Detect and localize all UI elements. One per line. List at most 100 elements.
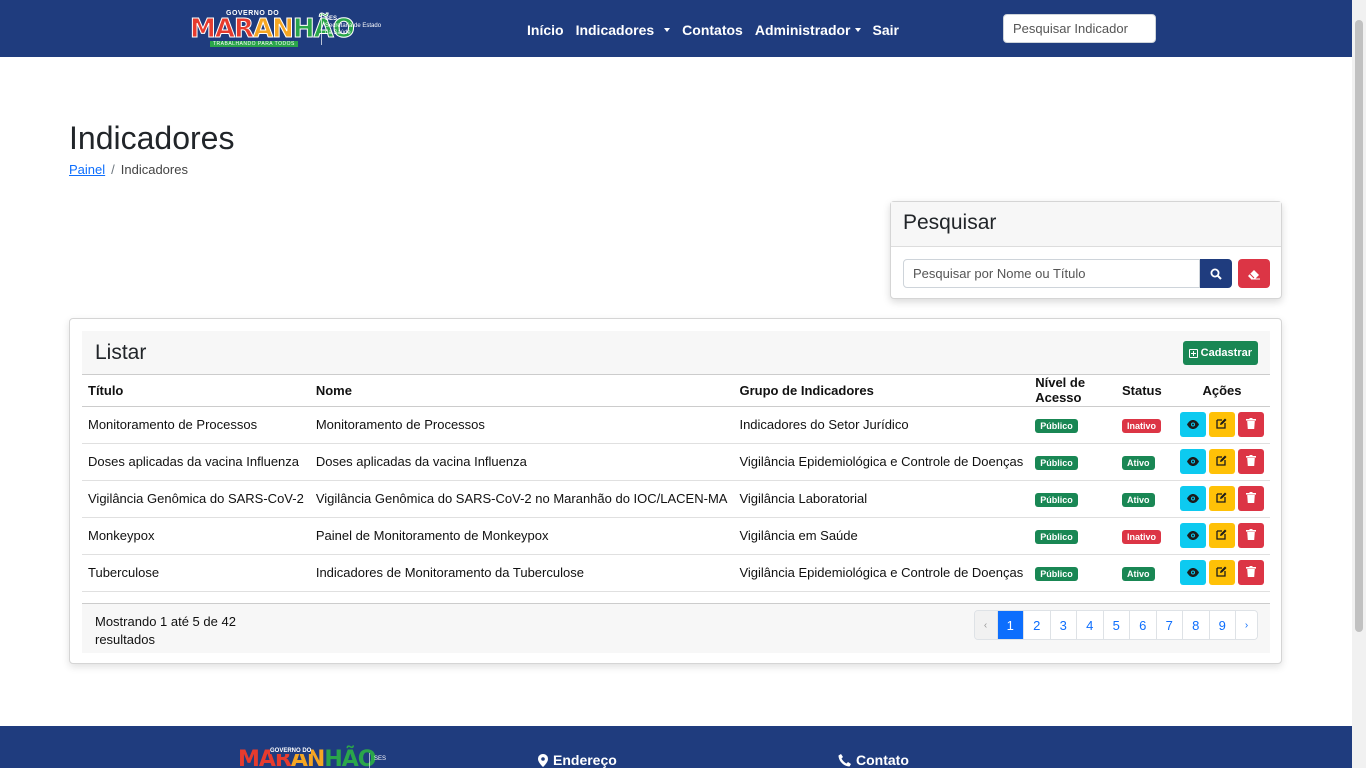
column-header[interactable]: Status	[1116, 375, 1174, 407]
clear-search-button[interactable]	[1238, 259, 1270, 288]
page-scrollbar[interactable]	[1352, 0, 1366, 768]
breadcrumb-home-link[interactable]: Painel	[69, 162, 105, 177]
pagination-next[interactable]: ›	[1235, 611, 1257, 639]
nav-inicio[interactable]: Início	[527, 22, 564, 38]
page-title: Indicadores	[69, 120, 235, 156]
page-footer: MARANHÃO GOVERNO DO SES Endereço Contato	[0, 726, 1352, 768]
search-button[interactable]	[1200, 259, 1232, 288]
view-button[interactable]	[1179, 412, 1206, 437]
table-header-row: Título Nome Grupo de Indicadores Nível d…	[82, 375, 1270, 407]
cell-nome: Vigilância Genômica do SARS-CoV-2 no Mar…	[309, 480, 734, 518]
chevron-down-icon	[664, 28, 671, 32]
cell-acoes	[1173, 517, 1270, 555]
cell-status: Inativo	[1116, 406, 1174, 444]
cell-grupo: Indicadores do Setor Jurídico	[733, 406, 1030, 444]
delete-button[interactable]	[1237, 412, 1264, 437]
column-header[interactable]: Grupo de Indicadores	[733, 375, 1030, 407]
nav-administrador[interactable]: Administrador	[755, 22, 861, 38]
edit-button[interactable]	[1208, 523, 1235, 548]
access-badge: Público	[1035, 455, 1078, 470]
column-header[interactable]: Nível de Acesso	[1029, 375, 1116, 407]
view-button[interactable]	[1179, 523, 1206, 548]
cell-acesso: Público	[1029, 406, 1116, 444]
add-indicator-button[interactable]: Cadastrar	[1182, 341, 1258, 365]
delete-button[interactable]	[1237, 486, 1264, 511]
list-title: Listar	[95, 341, 147, 364]
cell-nome: Doses aplicadas da vacina Influenza	[309, 443, 734, 481]
pagination-page-8[interactable]: 8	[1182, 611, 1209, 639]
cell-status: Ativo	[1116, 480, 1174, 518]
table-row: Monitoramento de Processos Monitoramento …	[82, 406, 1270, 444]
footer-ses-label: SES	[374, 756, 387, 762]
access-badge: Público	[1035, 492, 1078, 507]
indicators-table: Título Nome Grupo de Indicadores Nível d…	[82, 375, 1270, 592]
cell-titulo: Doses aplicadas da vacina Influenza	[82, 443, 310, 481]
edit-button[interactable]	[1208, 560, 1235, 585]
eye-icon	[1186, 491, 1199, 506]
pagination-page-6[interactable]: 6	[1129, 611, 1156, 639]
trash-icon	[1245, 491, 1256, 506]
table-row: Monkeypox Painel de Monitoramento de Monk…	[82, 517, 1270, 555]
ses-label: SES Secretaria de Estado da Saúde	[325, 16, 382, 36]
footer-logo-top-text: GOVERNO DO	[270, 748, 312, 754]
search-indicator-input[interactable]	[1003, 14, 1156, 43]
access-badge: Público	[1035, 566, 1078, 581]
phone-icon	[838, 753, 851, 766]
search-name-title-input[interactable]	[903, 259, 1200, 288]
delete-button[interactable]	[1237, 449, 1264, 474]
edit-button[interactable]	[1208, 449, 1235, 474]
pagination-page-7[interactable]: 7	[1155, 611, 1182, 639]
eye-icon	[1186, 417, 1199, 432]
footer-logo-divider	[369, 753, 370, 768]
status-badge: Ativo	[1122, 492, 1155, 507]
delete-button[interactable]	[1237, 523, 1264, 548]
row-actions	[1179, 486, 1264, 511]
search-row	[903, 259, 1270, 288]
list-card-footer: Mostrando 1 até 5 de 42 resultados ‹ 1 2 3 4…	[82, 603, 1270, 653]
pagination-page-9[interactable]: 9	[1208, 611, 1235, 639]
column-header: Ações	[1173, 375, 1270, 407]
edit-icon	[1216, 491, 1227, 506]
cell-acesso: Público	[1029, 480, 1116, 518]
results-summary: Mostrando 1 até 5 de 42 resultados	[95, 614, 236, 647]
cell-acoes	[1173, 480, 1270, 518]
pagination-page-3[interactable]: 3	[1049, 611, 1076, 639]
trash-icon	[1245, 565, 1256, 580]
edit-icon	[1216, 454, 1227, 469]
search-card: Pesquisar	[890, 201, 1282, 299]
column-header[interactable]: Título	[82, 375, 310, 407]
view-button[interactable]	[1179, 560, 1206, 585]
map-marker-icon	[538, 753, 548, 767]
pagination-page-5[interactable]: 5	[1102, 611, 1129, 639]
footer-address-label: Endereço	[553, 752, 617, 768]
cell-status: Ativo	[1116, 554, 1174, 592]
delete-button[interactable]	[1237, 560, 1264, 585]
nav-sair[interactable]: Sair	[873, 22, 899, 38]
list-card-header: Listar Cadastrar	[82, 331, 1270, 375]
cell-grupo: Vigilância em Saúde	[733, 517, 1030, 555]
cell-acesso: Público	[1029, 554, 1116, 592]
view-button[interactable]	[1179, 449, 1206, 474]
access-badge: Público	[1035, 529, 1078, 544]
scrollbar-thumb[interactable]	[1355, 20, 1363, 632]
pagination-page-1[interactable]: 1	[996, 611, 1023, 639]
breadcrumb: Painel / Indicadores	[69, 162, 188, 177]
trash-icon	[1245, 454, 1256, 469]
pagination-page-2[interactable]: 2	[1023, 611, 1050, 639]
cell-acoes	[1173, 554, 1270, 592]
footer-contact-label: Contato	[856, 752, 909, 768]
nav-indicadores[interactable]: Indicadores	[576, 22, 671, 38]
maranhao-logo[interactable]: MARANHÃO GOVERNO DO TRABALHANDO PARA TOD…	[189, 10, 390, 48]
nav-contatos[interactable]: Contatos	[682, 22, 743, 38]
pagination-page-4[interactable]: 4	[1076, 611, 1103, 639]
table-row: Tuberculose Indicadores de Monitoramento …	[82, 554, 1270, 592]
edit-button[interactable]	[1208, 486, 1235, 511]
cell-titulo: Monkeypox	[82, 517, 310, 555]
view-button[interactable]	[1179, 486, 1206, 511]
nav-indicadores-label: Indicadores	[575, 22, 655, 38]
logo-tagline: TRABALHANDO PARA TODOS	[210, 41, 298, 47]
top-navbar: MARANHÃO GOVERNO DO TRABALHANDO PARA TOD…	[0, 0, 1352, 57]
column-header[interactable]: Nome	[309, 375, 734, 407]
eye-icon	[1186, 528, 1199, 543]
edit-button[interactable]	[1208, 412, 1235, 437]
